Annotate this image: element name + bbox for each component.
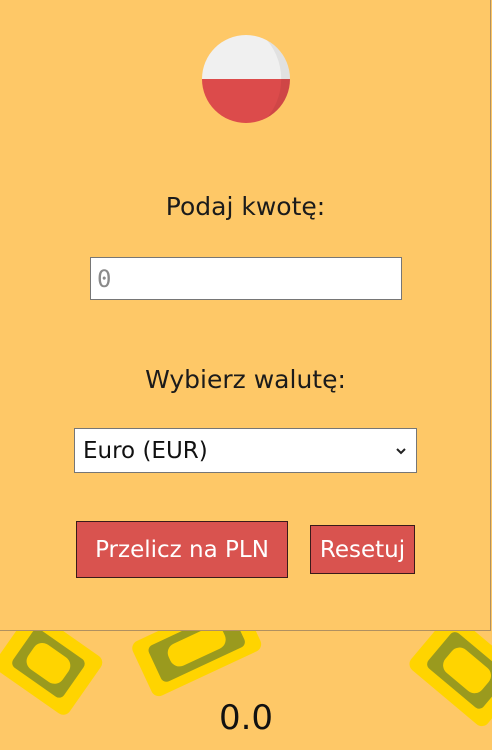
convert-button[interactable]: Przelicz na PLN	[76, 521, 288, 578]
result-value: 0.0	[218, 698, 274, 738]
reset-button[interactable]: Resetuj	[310, 525, 415, 574]
converter-card: Podaj kwotę: Wybierz walutę: Euro (EUR) …	[0, 0, 491, 631]
amount-label: Podaj kwotę:	[165, 192, 326, 221]
currency-select[interactable]: Euro (EUR)	[74, 428, 417, 473]
currency-select-value: Euro (EUR)	[83, 437, 208, 464]
chevron-down-icon	[396, 447, 406, 454]
amount-input[interactable]	[90, 257, 402, 300]
page: Podaj kwotę: Wybierz walutę: Euro (EUR) …	[0, 0, 492, 750]
poland-flag-icon	[202, 35, 290, 123]
currency-label: Wybierz walutę:	[145, 365, 346, 394]
